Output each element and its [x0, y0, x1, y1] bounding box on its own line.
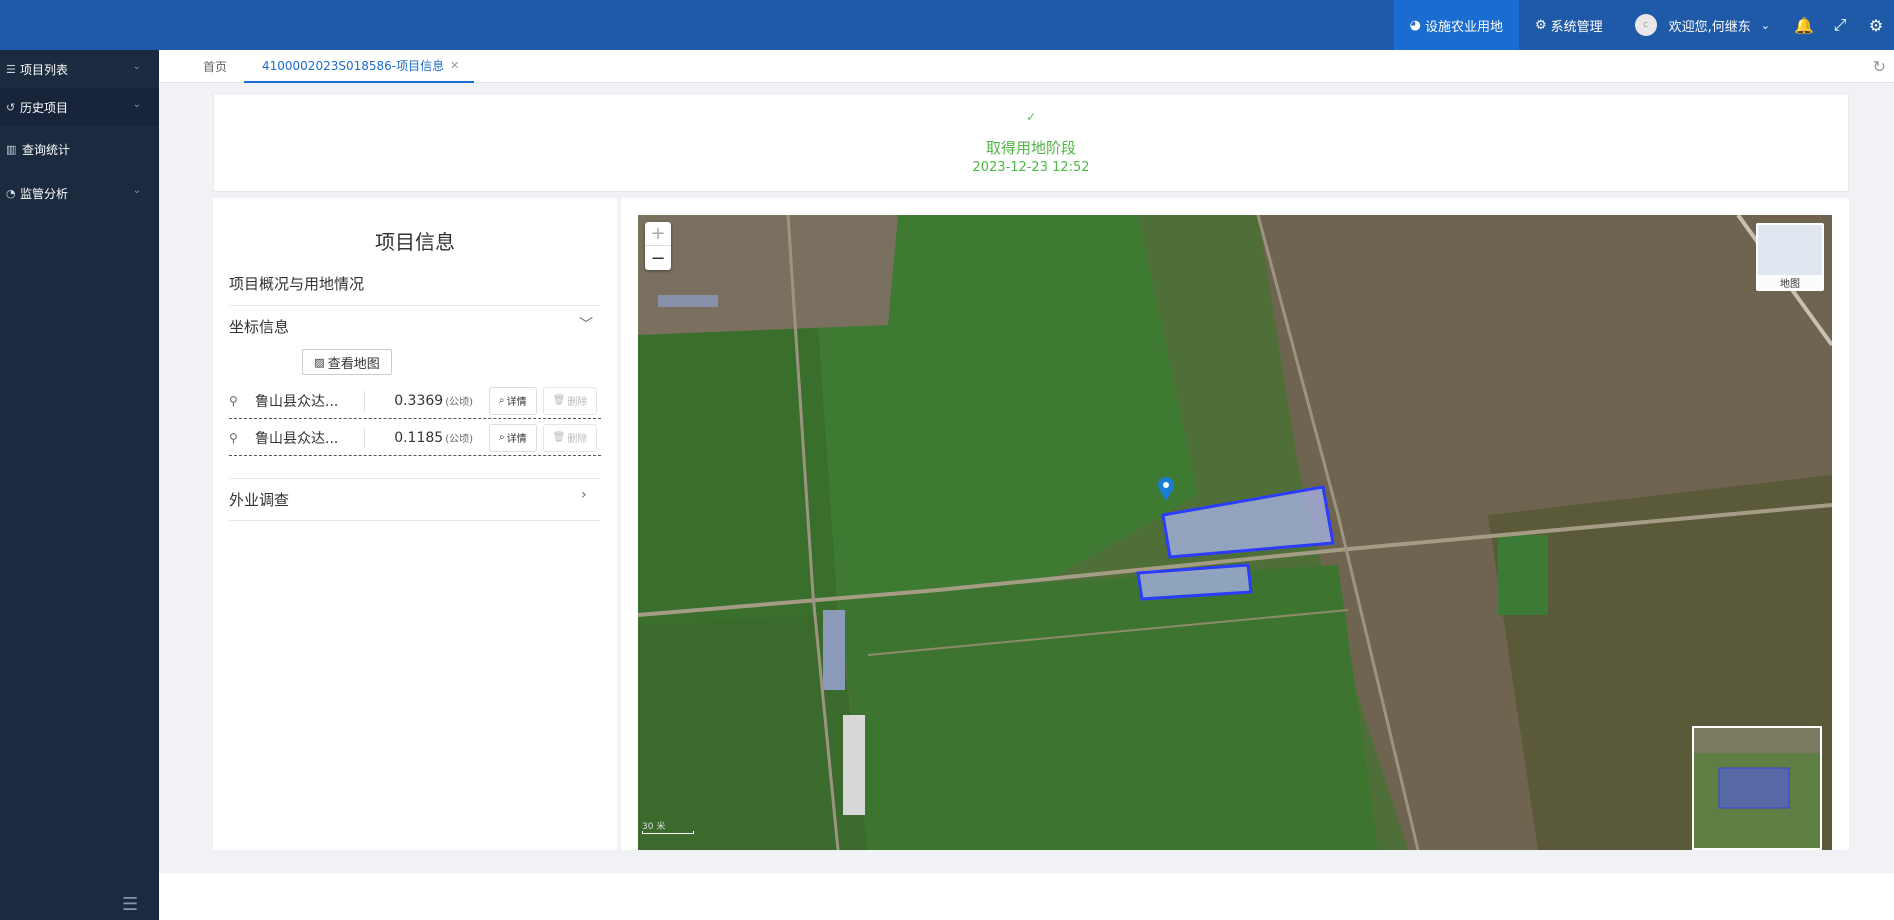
avatar: c — [1634, 14, 1657, 36]
top-header: ◕ 设施农业用地 ⚙ 系统管理 c 欢迎您,何继东 ⌄ 🔔 ⤢ ⚙ — [0, 0, 1894, 50]
delete-label: 删除 — [567, 397, 588, 408]
view-map-label: 查看地图 — [327, 356, 380, 372]
sidebar: ☰ 项目列表 ⌄ ↺ 历史项目 ⌄ ▥ 查询统计 ◔ 监管分析 ⌄ ☰ — [0, 50, 159, 920]
nav-facility-label: 设施农业用地 — [1424, 19, 1503, 35]
zoom-out-button[interactable]: − — [645, 246, 671, 270]
stage-time: 2023-12-23 12:52 — [972, 160, 1090, 175]
view-map-button[interactable]: ▨ 查看地图 — [302, 349, 392, 375]
delete-label: 删除 — [567, 434, 588, 445]
nav-system-label: 系统管理 — [1550, 19, 1603, 35]
coord-area-unit: (公顷) — [445, 433, 473, 445]
layer-switch-button[interactable]: 地图 — [1756, 223, 1824, 291]
tab-project-info-label: 4100002023S018586-项目信息 — [262, 59, 445, 73]
gears-icon: ⚙ — [1534, 17, 1547, 33]
detail-label: 详情 — [506, 434, 527, 445]
scale-label: 30 米 — [642, 822, 666, 832]
nav-facility-agri-land[interactable]: ◕ 设施农业用地 — [1393, 0, 1519, 50]
chevron-down-icon[interactable]: ﹀ — [579, 314, 593, 334]
layer-switch-label: 地图 — [1758, 275, 1822, 290]
satellite-map[interactable]: + − 地图 30 米 — [638, 215, 1832, 850]
chevron-down-icon: ⌄ — [132, 185, 141, 196]
chart-icon: ▥ — [6, 142, 17, 156]
stage-name: 取得用地阶段 — [985, 139, 1076, 157]
coord-area-value: 0.1185 — [394, 429, 444, 446]
search-icon: ⌕ — [499, 395, 505, 406]
delete-button[interactable]: 🗑 删除 — [542, 423, 598, 452]
coord-area-value: 0.3369 — [394, 392, 444, 409]
close-icon[interactable]: ✕ — [450, 59, 459, 72]
chevron-down-icon: ⌄ — [132, 99, 141, 110]
detail-button[interactable]: ⌕ 详情 — [489, 386, 537, 415]
project-info-panel: 项目信息 项目概况与用地情况 坐标信息 ﹀ ▨ 查看地图 ⚲ 鲁山县众达... … — [213, 198, 617, 850]
sidebar-item-label: 历史项目 — [20, 100, 69, 115]
history-icon: ↺ — [6, 100, 16, 114]
zoom-in-button[interactable]: + — [645, 222, 671, 246]
fullscreen-icon[interactable]: ⤢ — [1822, 0, 1858, 50]
coord-area: 0.3369 (公顷) — [365, 393, 473, 409]
tab-bar: 首页 4100002023S018586-项目信息 ✕ ↻ — [159, 50, 1894, 83]
location-pin-icon: ⚲ — [229, 393, 238, 408]
chevron-right-icon[interactable]: › — [581, 487, 587, 503]
detail-button[interactable]: ⌕ 详情 — [489, 423, 537, 452]
overview-imagery — [1694, 728, 1820, 848]
collapse-menu-icon[interactable]: ☰ — [122, 894, 138, 915]
bell-icon[interactable]: 🔔 — [1786, 0, 1822, 50]
detail-label: 详情 — [506, 397, 527, 408]
zoom-controls: + − — [645, 222, 671, 270]
field-survey-title[interactable]: 外业调查 — [229, 489, 289, 510]
map-imagery — [638, 215, 1832, 850]
pie-icon: ◔ — [6, 186, 16, 200]
stage-card: ✓ 取得用地阶段 2023-12-23 12:52 — [213, 93, 1849, 192]
welcome-text: 欢迎您,何继东 — [1668, 19, 1751, 35]
sidebar-item-supervision[interactable]: ◔ 监管分析 ⌄ — [0, 174, 159, 212]
chevron-down-icon: ⌄ — [1760, 18, 1770, 32]
trash-icon: 🗑 — [552, 432, 566, 443]
sidebar-item-history[interactable]: ↺ 历史项目 ⌄ — [0, 88, 159, 126]
divider — [229, 478, 601, 479]
image-icon: ▨ — [314, 355, 325, 369]
trash-icon: 🗑 — [552, 395, 566, 406]
tab-project-info[interactable]: 4100002023S018586-项目信息 ✕ — [244, 50, 475, 83]
location-pin-icon: ⚲ — [229, 430, 238, 445]
header-right: ◕ 设施农业用地 ⚙ 系统管理 c 欢迎您,何继东 ⌄ 🔔 ⤢ ⚙ — [1393, 0, 1894, 50]
globe-icon: ◕ — [1409, 17, 1421, 33]
coord-area: 0.1185 (公顷) — [365, 430, 473, 446]
divider — [229, 305, 601, 306]
overview-heading: 项目概况与用地情况 — [229, 275, 365, 293]
refresh-icon[interactable]: ↻ — [1873, 57, 1886, 76]
delete-button[interactable]: 🗑 删除 — [542, 386, 598, 415]
check-icon: ✓ — [1025, 110, 1037, 124]
tab-home[interactable]: 首页 — [203, 50, 227, 83]
sidebar-item-query-stats[interactable]: ▥ 查询统计 — [0, 130, 159, 168]
coord-name: 鲁山县众达... — [255, 427, 365, 448]
settings-icon[interactable]: ⚙ — [1858, 0, 1894, 50]
sidebar-item-label: 项目列表 — [20, 62, 69, 77]
tab-home-label: 首页 — [203, 60, 228, 74]
chevron-down-icon: ⌄ — [132, 61, 141, 72]
coord-name: 鲁山县众达... — [255, 390, 365, 411]
page-footer — [159, 873, 1894, 920]
coord-area-unit: (公顷) — [445, 396, 473, 408]
panel-title: 项目信息 — [375, 230, 455, 254]
nav-system-management[interactable]: ⚙ 系统管理 — [1519, 0, 1619, 50]
divider — [229, 520, 601, 521]
coord-section-title[interactable]: 坐标信息 — [229, 316, 289, 337]
list-icon: ☰ — [6, 62, 16, 76]
sidebar-item-label: 查询统计 — [22, 142, 71, 157]
coord-row: ⚲ 鲁山县众达... 0.1185 (公顷) ⌕ 详情 🗑 删除 — [229, 420, 601, 456]
overview-map[interactable] — [1692, 726, 1822, 850]
user-menu[interactable]: c 欢迎您,何继东 ⌄ — [1619, 0, 1786, 50]
map-panel: + − 地图 30 米 — [621, 198, 1849, 850]
sidebar-item-project-list[interactable]: ☰ 项目列表 ⌄ — [0, 50, 159, 88]
coord-row: ⚲ 鲁山县众达... 0.3369 (公顷) ⌕ 详情 🗑 删除 — [229, 383, 601, 419]
sidebar-item-label: 监管分析 — [20, 186, 69, 201]
search-icon: ⌕ — [499, 432, 505, 443]
